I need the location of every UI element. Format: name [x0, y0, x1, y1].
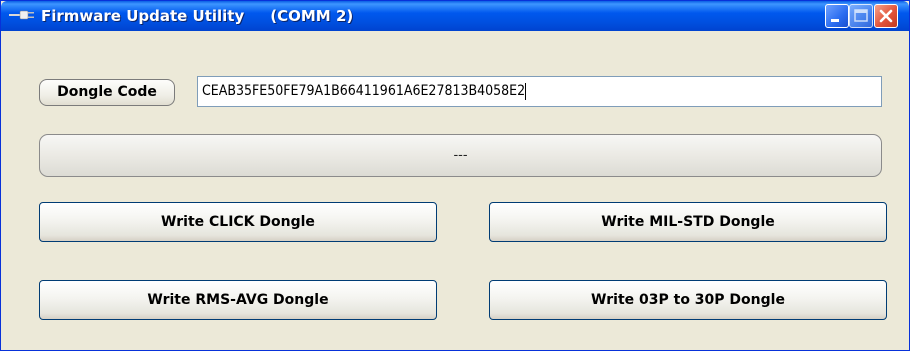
- text-caret: [525, 82, 527, 100]
- app-window: Firmware Update Utility (COMM 2) Dongle C…: [0, 0, 910, 351]
- write-mil-std-dongle-button[interactable]: Write MIL-STD Dongle: [489, 202, 887, 242]
- maximize-button[interactable]: [849, 4, 873, 28]
- dongle-code-input[interactable]: CEAB35FE50FE79A1B66411961A6E27813B4058E2: [197, 76, 882, 107]
- write-click-dongle-button[interactable]: Write CLICK Dongle: [39, 202, 437, 242]
- dongle-code-value: CEAB35FE50FE79A1B66411961A6E27813B4058E2: [202, 83, 526, 99]
- comm-port-label: (COMM 2): [270, 7, 354, 25]
- maximize-icon: [854, 9, 868, 22]
- status-display: ---: [39, 134, 882, 177]
- close-button[interactable]: [874, 4, 898, 28]
- write-rms-avg-dongle-button[interactable]: Write RMS-AVG Dongle: [39, 280, 437, 320]
- dongle-code-label: Dongle Code: [39, 79, 175, 106]
- close-icon: [879, 9, 893, 23]
- title-bar[interactable]: Firmware Update Utility (COMM 2): [1, 1, 909, 31]
- write-03p-to-30p-dongle-button[interactable]: Write 03P to 30P Dongle: [489, 280, 887, 320]
- minimize-button[interactable]: [825, 4, 849, 28]
- plug-icon: [9, 10, 34, 20]
- window-title: Firmware Update Utility (COMM 2): [41, 7, 354, 25]
- minimize-icon: [831, 19, 839, 22]
